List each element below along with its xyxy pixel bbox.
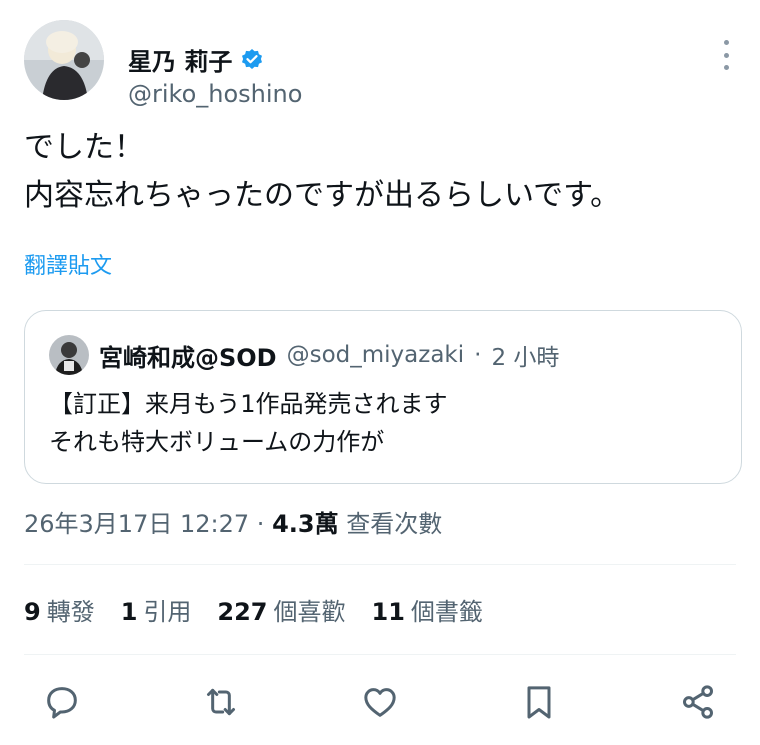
meta-separator: · — [256, 510, 265, 538]
quotes-stat[interactable]: 1 引用 — [121, 592, 192, 627]
share-icon — [683, 685, 713, 719]
views-label: 查看次數 — [346, 510, 443, 538]
retweet-icon — [207, 688, 235, 716]
bookmark-button[interactable] — [517, 680, 561, 724]
quoted-time-separator: · — [474, 342, 482, 368]
more-options-icon[interactable] — [716, 40, 736, 70]
tweet-text-line: でした！ — [24, 130, 144, 165]
tweet-meta: 26年3月17日 12:27 · 4.3萬 查看次數 — [24, 504, 442, 539]
reply-icon — [47, 687, 77, 719]
translate-post-link[interactable]: 翻譯貼文 — [24, 248, 112, 280]
quotes-label: 引用 — [143, 598, 192, 626]
reply-button[interactable] — [40, 680, 84, 724]
quoted-timestamp: 2 小時 — [491, 345, 560, 371]
author-display-name[interactable]: 星乃 莉子 — [128, 42, 232, 77]
author-handle[interactable]: @riko_hoshino — [128, 80, 302, 108]
divider — [24, 654, 736, 655]
engagement-stats: 9 轉發 1 引用 227 個喜歡 11 個書籤 — [24, 592, 483, 627]
tweet-datetime[interactable]: 26年3月17日 12:27 — [24, 510, 249, 538]
retweets-stat[interactable]: 9 轉發 — [24, 592, 95, 627]
quoted-author-avatar[interactable] — [49, 335, 89, 375]
quotes-count: 1 — [120, 598, 138, 626]
bookmarks-stat[interactable]: 11 個書籤 — [372, 592, 483, 627]
views-count: 4.3萬 — [272, 510, 339, 538]
likes-count: 227 — [217, 598, 268, 626]
retweet-button[interactable] — [199, 680, 243, 724]
divider — [24, 564, 736, 565]
quoted-text-line: 【訂正】来月もう1作品発売されます — [49, 390, 448, 418]
quoted-author-handle[interactable]: @sod_miyazaki — [287, 342, 465, 368]
quoted-author-name[interactable]: 宮崎和成@SOD — [99, 338, 277, 373]
quoted-tweet-text: 【訂正】来月もう1作品発売されます それも特大ボリュームの力作が — [49, 385, 448, 461]
likes-stat[interactable]: 227 個喜歡 — [217, 592, 345, 627]
retweets-label: 轉發 — [46, 598, 95, 626]
like-button[interactable] — [358, 680, 402, 724]
bookmarks-label: 個書籤 — [410, 598, 483, 626]
share-button[interactable] — [676, 680, 720, 724]
tweet-text-line: 内容忘れちゃったのですが出るらしいです。 — [24, 178, 621, 213]
bookmarks-count: 11 — [371, 598, 405, 626]
tweet-header: 星乃 莉子 @riko_hoshino — [24, 20, 740, 108]
action-bar — [40, 680, 720, 724]
bookmark-icon — [527, 686, 551, 719]
tweet-text: でした！ 内容忘れちゃったのですが出るらしいです。 — [24, 124, 620, 220]
quoted-tweet-card[interactable]: 宮崎和成@SOD @sod_miyazaki · 2 小時 【訂正】来月もう1作… — [24, 310, 742, 484]
verified-badge-icon — [242, 48, 263, 69]
heart-icon — [364, 688, 396, 717]
author-avatar[interactable] — [24, 20, 104, 100]
likes-label: 個喜歡 — [273, 598, 346, 626]
quoted-text-line: それも特大ボリュームの力作が — [49, 428, 385, 456]
retweets-count: 9 — [24, 598, 41, 626]
